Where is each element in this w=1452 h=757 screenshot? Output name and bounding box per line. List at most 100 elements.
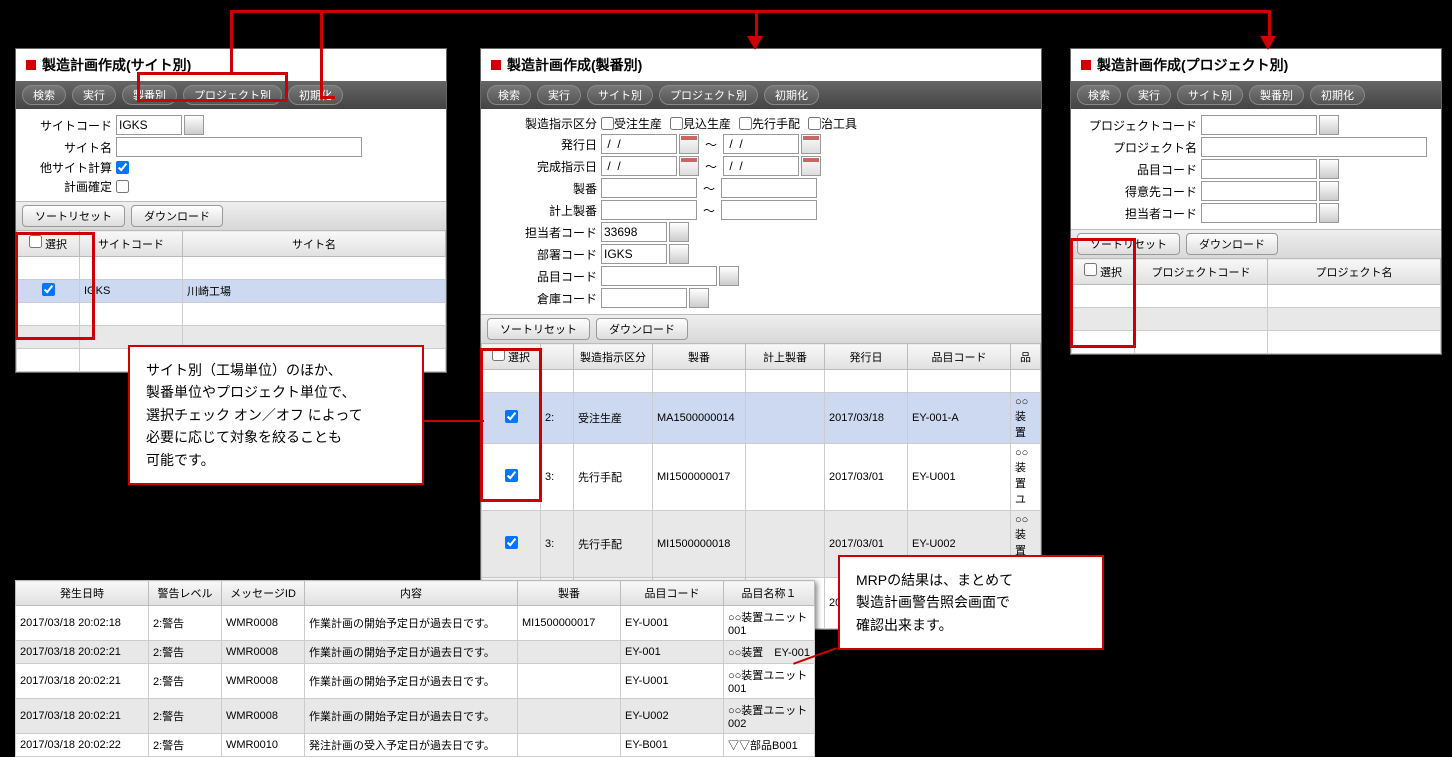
btn-site[interactable]: サイト別 [1177, 85, 1243, 105]
grid-row[interactable]: 3: 先行手配 MI1500000017 2017/03/01 EY-U001 … [482, 444, 1041, 511]
btn-init[interactable]: 初期化 [1310, 85, 1365, 105]
calendar-icon[interactable] [801, 134, 821, 154]
chk-plan[interactable] [116, 180, 129, 193]
btn-download[interactable]: ダウンロード [596, 318, 688, 340]
btn-sortreset[interactable]: ソートリセット [487, 318, 590, 340]
form: 製造指示区分 受注生産 見込生産 先行手配 治工具 発行日 ～ 完成指示日 ～ … [481, 109, 1041, 314]
btn-exec[interactable]: 実行 [72, 85, 116, 105]
input-projname[interactable] [1201, 137, 1427, 157]
input-sitecode[interactable] [116, 115, 182, 135]
row-chk[interactable] [505, 469, 518, 482]
blank-row [1072, 285, 1441, 308]
btn-search[interactable]: 検索 [487, 85, 531, 105]
input-hinmoku[interactable] [1201, 159, 1317, 179]
input-tanto[interactable] [601, 222, 667, 242]
lookup-hinmoku[interactable] [1319, 159, 1339, 179]
grid-row[interactable]: 2: 受注生産 MA1500000014 2017/03/18 EY-001-A… [482, 393, 1041, 444]
input-tokui[interactable] [1201, 181, 1317, 201]
cell-keijo [746, 444, 825, 511]
input-hinmoku[interactable] [601, 266, 717, 286]
chk-mikomi[interactable] [670, 117, 683, 130]
warn-row[interactable]: 2017/03/18 20:02:182:警告WMR0008作業計画の開始予定日… [16, 606, 815, 641]
chk-jigu[interactable] [808, 117, 821, 130]
lookup-busho[interactable] [669, 244, 689, 264]
btn-project[interactable]: プロジェクト別 [183, 85, 282, 105]
calendar-icon[interactable] [679, 156, 699, 176]
col-date: 発行日 [825, 344, 908, 370]
btn-seiban[interactable]: 製番別 [122, 85, 177, 105]
cell-seiban: MA1500000014 [653, 393, 746, 444]
cell-code: EY-001-A [908, 393, 1011, 444]
cell-msg: 発注計画の受入予定日が過去日です。 [305, 734, 518, 757]
input-busho[interactable] [601, 244, 667, 264]
toolbar: 検索 実行 サイト別 製番別 初期化 [1071, 81, 1441, 109]
btn-sortreset[interactable]: ソートリセット [22, 205, 125, 227]
chk-senkou[interactable] [739, 117, 752, 130]
row-chk[interactable] [42, 283, 55, 296]
col-seiban: 製番 [518, 581, 621, 606]
grid-row[interactable]: IGKS 川崎工場 [17, 280, 446, 303]
chk-all[interactable] [492, 348, 505, 361]
warn-row[interactable]: 2017/03/18 20:02:212:警告WMR0008作業計画の開始予定日… [16, 699, 815, 734]
input-tanto[interactable] [1201, 203, 1317, 223]
chk-all[interactable] [29, 235, 42, 248]
cell-name: ○○装置 [1011, 393, 1041, 444]
col-code: 品目コード [908, 344, 1011, 370]
btn-exec[interactable]: 実行 [1127, 85, 1171, 105]
row-chk[interactable] [505, 536, 518, 549]
input-souko[interactable] [601, 288, 687, 308]
warn-row[interactable]: 2017/03/18 20:02:212:警告WMR0008作業計画の開始予定日… [16, 664, 815, 699]
btn-site[interactable]: サイト別 [587, 85, 653, 105]
callout-line: サイト別（工場単位）のほか、 [146, 359, 406, 381]
lookup-projcode[interactable] [1319, 115, 1339, 135]
chk-all[interactable] [1084, 263, 1097, 276]
input-issue-from[interactable] [601, 134, 677, 154]
input-comp-to[interactable] [723, 156, 799, 176]
lookup-tanto[interactable] [1319, 203, 1339, 223]
calendar-icon[interactable] [679, 134, 699, 154]
input-seiban-from[interactable] [601, 178, 697, 198]
blank-row [482, 370, 1041, 393]
callout-line: 確認出来ます。 [856, 614, 1086, 636]
callout-1: サイト別（工場単位）のほか、 製番単位やプロジェクト単位で、 選択チェック オン… [128, 345, 424, 485]
btn-search[interactable]: 検索 [1077, 85, 1121, 105]
lookup-tokui[interactable] [1319, 181, 1339, 201]
opt-juchu: 受注生産 [614, 115, 662, 132]
input-keijo-to[interactable] [721, 200, 817, 220]
cell-name: ▽▽部品B001 [724, 734, 815, 757]
btn-download[interactable]: ダウンロード [131, 205, 223, 227]
cell-lv: 2:警告 [149, 664, 222, 699]
col-projcode: プロジェクトコード [1135, 259, 1268, 285]
row-chk[interactable] [505, 410, 518, 423]
btn-exec[interactable]: 実行 [537, 85, 581, 105]
chk-juchu[interactable] [601, 117, 614, 130]
btn-download[interactable]: ダウンロード [1186, 233, 1278, 255]
cell-lv: 2:警告 [149, 734, 222, 757]
opt-jigu: 治工具 [821, 115, 857, 132]
input-seiban-to[interactable] [721, 178, 817, 198]
cell-k: 受注生産 [574, 393, 653, 444]
btn-sortreset[interactable]: ソートリセット [1077, 233, 1180, 255]
btn-init[interactable]: 初期化 [764, 85, 819, 105]
chk-other[interactable] [116, 161, 129, 174]
input-sitename[interactable] [116, 137, 362, 157]
btn-init[interactable]: 初期化 [288, 85, 343, 105]
input-projcode[interactable] [1201, 115, 1317, 135]
lookup-sitecode[interactable] [184, 115, 204, 135]
calendar-icon[interactable] [801, 156, 821, 176]
cell-seiban [518, 664, 621, 699]
lookup-souko[interactable] [689, 288, 709, 308]
lookup-tanto[interactable] [669, 222, 689, 242]
input-comp-from[interactable] [601, 156, 677, 176]
input-keijo-from[interactable] [601, 200, 697, 220]
btn-project[interactable]: プロジェクト別 [659, 85, 758, 105]
range-sep: ～ [703, 180, 715, 197]
warn-row[interactable]: 2017/03/18 20:02:222:警告WMR0010発注計画の受入予定日… [16, 734, 815, 757]
btn-seiban[interactable]: 製番別 [1249, 85, 1304, 105]
cell-dt: 2017/03/18 20:02:22 [16, 734, 149, 757]
btn-search[interactable]: 検索 [22, 85, 66, 105]
grid: 選択 プロジェクトコード プロジェクト名 [1071, 258, 1441, 354]
input-issue-to[interactable] [723, 134, 799, 154]
warn-row[interactable]: 2017/03/18 20:02:212:警告WMR0008作業計画の開始予定日… [16, 641, 815, 664]
lookup-hinmoku[interactable] [719, 266, 739, 286]
